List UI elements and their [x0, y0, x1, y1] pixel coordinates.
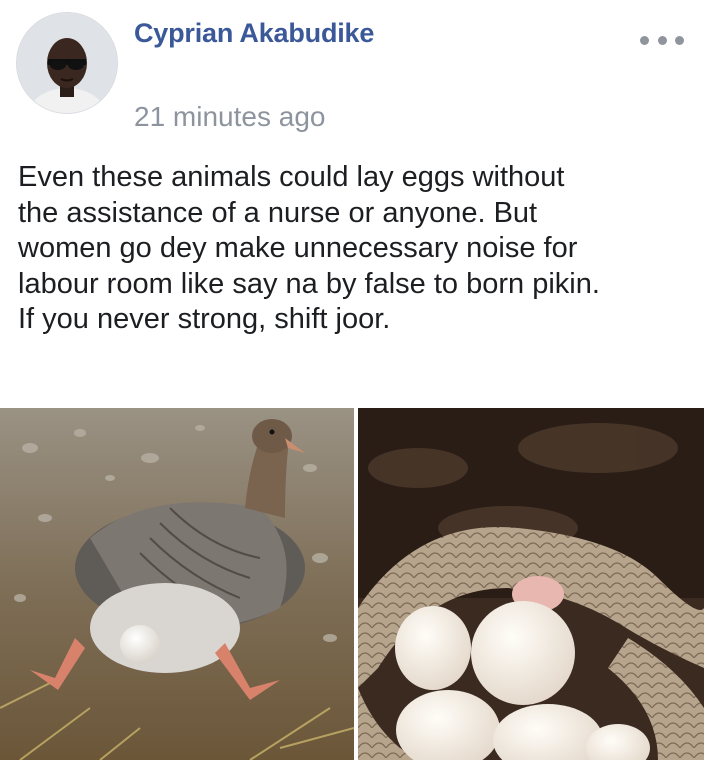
photo-grid	[0, 408, 704, 760]
author-name[interactable]: Cyprian Akabudike	[134, 18, 374, 49]
more-dot	[657, 35, 667, 45]
post-text-line: women go dey make unnecessary noise for	[18, 232, 578, 264]
post-header: Cyprian Akabudike 21 minutes ago	[0, 0, 704, 150]
post-text-line: Even these animals could lay eggs withou…	[18, 161, 565, 193]
more-dot	[675, 35, 684, 45]
post-text-line: labour room like say na by false to born…	[18, 267, 600, 300]
avatar-photo	[17, 13, 117, 113]
post-body-text: Even these animals could lay eggs withou…	[18, 160, 690, 338]
more-dot	[640, 35, 649, 45]
post-text-line: If you never strong, shift joor.	[18, 303, 391, 335]
photo-snake-laying-eggs[interactable]	[358, 408, 704, 760]
post-timestamp[interactable]: 21 minutes ago	[134, 101, 325, 133]
post-text-line: the assistance of a nurse or anyone. But	[18, 196, 538, 229]
avatar[interactable]	[16, 12, 118, 114]
more-options-icon[interactable]	[640, 26, 684, 54]
photo-goose-laying-egg[interactable]	[0, 408, 354, 760]
